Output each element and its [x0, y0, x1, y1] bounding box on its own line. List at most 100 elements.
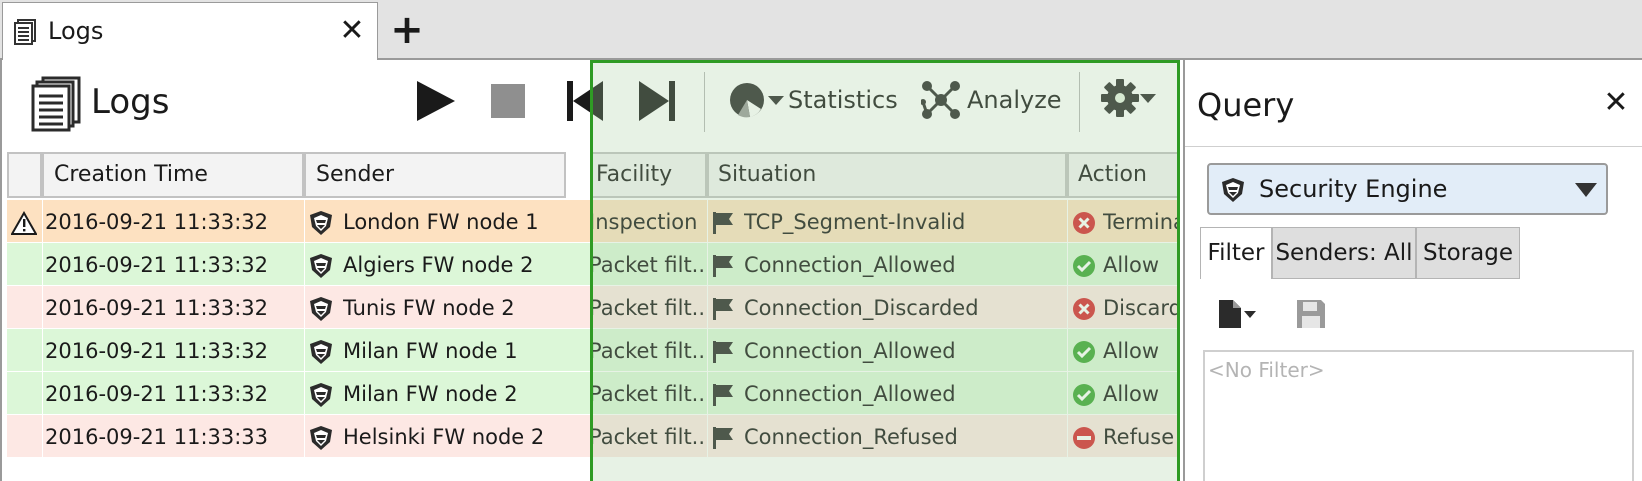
new-filter-button[interactable] [1219, 300, 1256, 328]
sender: Tunis FW node 2 [343, 296, 515, 320]
x-circle-icon [1073, 297, 1095, 320]
action: Refuse [1103, 425, 1175, 449]
situation: Connection_Allowed [744, 253, 956, 277]
tab-filter[interactable]: Filter [1200, 227, 1272, 279]
facility: Packet filt... [589, 382, 707, 406]
x-circle-icon [1073, 211, 1095, 234]
gear-icon [1101, 79, 1139, 117]
action: Allow [1103, 253, 1160, 277]
sender-type-value: Security Engine [1259, 175, 1448, 203]
facility: Inspection [589, 210, 698, 234]
shield-icon [310, 296, 332, 321]
new-tab-button[interactable]: + [382, 4, 432, 56]
check-circle-icon [1073, 340, 1095, 363]
play-icon [417, 81, 455, 121]
sender-cell: Algiers FW node 2 [304, 243, 566, 288]
action-cell: Allow [1067, 329, 1180, 374]
chevron-down-icon [1140, 94, 1156, 103]
column-header-creation-time[interactable]: Creation Time [42, 152, 304, 198]
statistics-label: Statistics [788, 86, 898, 114]
query-panel: Query ✕ Security Engine Filter Senders: … [1183, 60, 1642, 481]
status-cell [7, 329, 42, 374]
sender-cell: Milan FW node 1 [304, 329, 566, 374]
sender: Algiers FW node 2 [343, 253, 534, 277]
tab-senders[interactable]: Senders: All [1272, 227, 1416, 279]
stop-button[interactable] [485, 78, 531, 124]
column-header-status[interactable] [7, 152, 42, 198]
table-row[interactable]: 2016-09-21 11:33:33 Helsinki FW node 2 Pac… [7, 415, 1180, 460]
close-icon[interactable]: ✕ [1599, 86, 1633, 120]
column-header-sender[interactable]: Sender [304, 152, 566, 198]
flag-icon [713, 340, 733, 363]
warning-icon [11, 210, 37, 235]
save-icon [1297, 300, 1325, 328]
flag-icon [713, 254, 733, 277]
logs-icon [14, 19, 36, 45]
play-button[interactable] [412, 78, 458, 124]
table-row[interactable]: 2016-09-21 11:33:32 Milan FW node 2 Packet… [7, 372, 1180, 417]
table-row[interactable]: 2016-09-21 11:33:32 London FW node 1 Inspe… [7, 200, 1180, 245]
column-header-action[interactable]: Action [1067, 152, 1180, 198]
tab-storage[interactable]: Storage [1416, 227, 1520, 279]
skip-first-button[interactable] [562, 78, 608, 124]
shield-icon [1222, 178, 1244, 202]
facility: Packet filt... [589, 253, 707, 277]
sender: London FW node 1 [343, 210, 539, 234]
close-tab-icon[interactable]: ✕ [337, 13, 367, 49]
shield-icon [310, 210, 332, 235]
sender-cell: London FW node 1 [304, 200, 566, 245]
table-row[interactable]: 2016-09-21 11:33:32 Algiers FW node 2 Pack… [7, 243, 1180, 288]
check-circle-icon [1073, 254, 1095, 277]
query-title: Query [1197, 86, 1295, 124]
flag-icon [713, 211, 733, 234]
filter-editor[interactable]: <No Filter> [1203, 350, 1634, 481]
settings-menu-button[interactable] [1100, 76, 1156, 120]
creation-time-cell: 2016-09-21 11:33:32 [42, 243, 304, 288]
table-row[interactable]: 2016-09-21 11:33:32 Tunis FW node 2 Packet… [7, 286, 1180, 331]
analyze-label: Analyze [967, 86, 1062, 114]
action-cell: Discard [1067, 286, 1180, 331]
statistics-button[interactable]: Statistics [728, 78, 898, 122]
page-title: Logs [91, 82, 170, 122]
sender: Helsinki FW node 2 [343, 425, 545, 449]
column-header-facility[interactable]: Facility [590, 152, 707, 198]
skip-last-button[interactable] [634, 78, 680, 124]
sender-cell: Tunis FW node 2 [304, 286, 566, 331]
facility: Packet filt... [589, 425, 707, 449]
sender-type-select[interactable]: Security Engine [1207, 163, 1608, 215]
situation: Connection_Allowed [744, 339, 956, 363]
skip-last-icon [639, 81, 675, 121]
shield-icon [310, 253, 332, 278]
action-cell: Terminate [1067, 200, 1180, 245]
save-filter-button[interactable] [1297, 300, 1325, 328]
facility-cell: Packet filt... [566, 372, 707, 417]
column-header-situation[interactable]: Situation [707, 152, 1067, 198]
logs-icon [31, 76, 81, 132]
situation: Connection_Discarded [744, 296, 979, 320]
tab-bar: Logs ✕ + [0, 0, 1642, 60]
filter-placeholder: <No Filter> [1208, 358, 1325, 382]
situation-cell: Connection_Allowed [707, 329, 1067, 374]
situation: Connection_Refused [744, 425, 958, 449]
analyze-button[interactable]: Analyze [921, 78, 1062, 122]
table-row[interactable]: 2016-09-21 11:33:32 Milan FW node 1 Packet… [7, 329, 1180, 374]
creation-time-cell: 2016-09-21 11:33:32 [42, 329, 304, 374]
chevron-down-icon [1575, 183, 1597, 197]
status-cell [7, 286, 42, 331]
creation-time: 2016-09-21 11:33:32 [45, 382, 269, 406]
status-cell [7, 372, 42, 417]
creation-time-cell: 2016-09-21 11:33:32 [42, 372, 304, 417]
sender: Milan FW node 1 [343, 339, 518, 363]
creation-time: 2016-09-21 11:33:32 [45, 210, 269, 234]
minus-circle-icon [1073, 426, 1095, 449]
tab-logs[interactable]: Logs ✕ [2, 2, 378, 60]
action-cell: Refuse [1067, 415, 1180, 460]
divider [1185, 146, 1642, 147]
situation: Connection_Allowed [744, 382, 956, 406]
flag-icon [713, 297, 733, 320]
network-icon [921, 81, 960, 119]
toolbar-separator [1079, 72, 1080, 132]
action: Allow [1103, 339, 1160, 363]
facility-cell: Inspection [566, 200, 707, 245]
sender-cell: Milan FW node 2 [304, 372, 566, 417]
